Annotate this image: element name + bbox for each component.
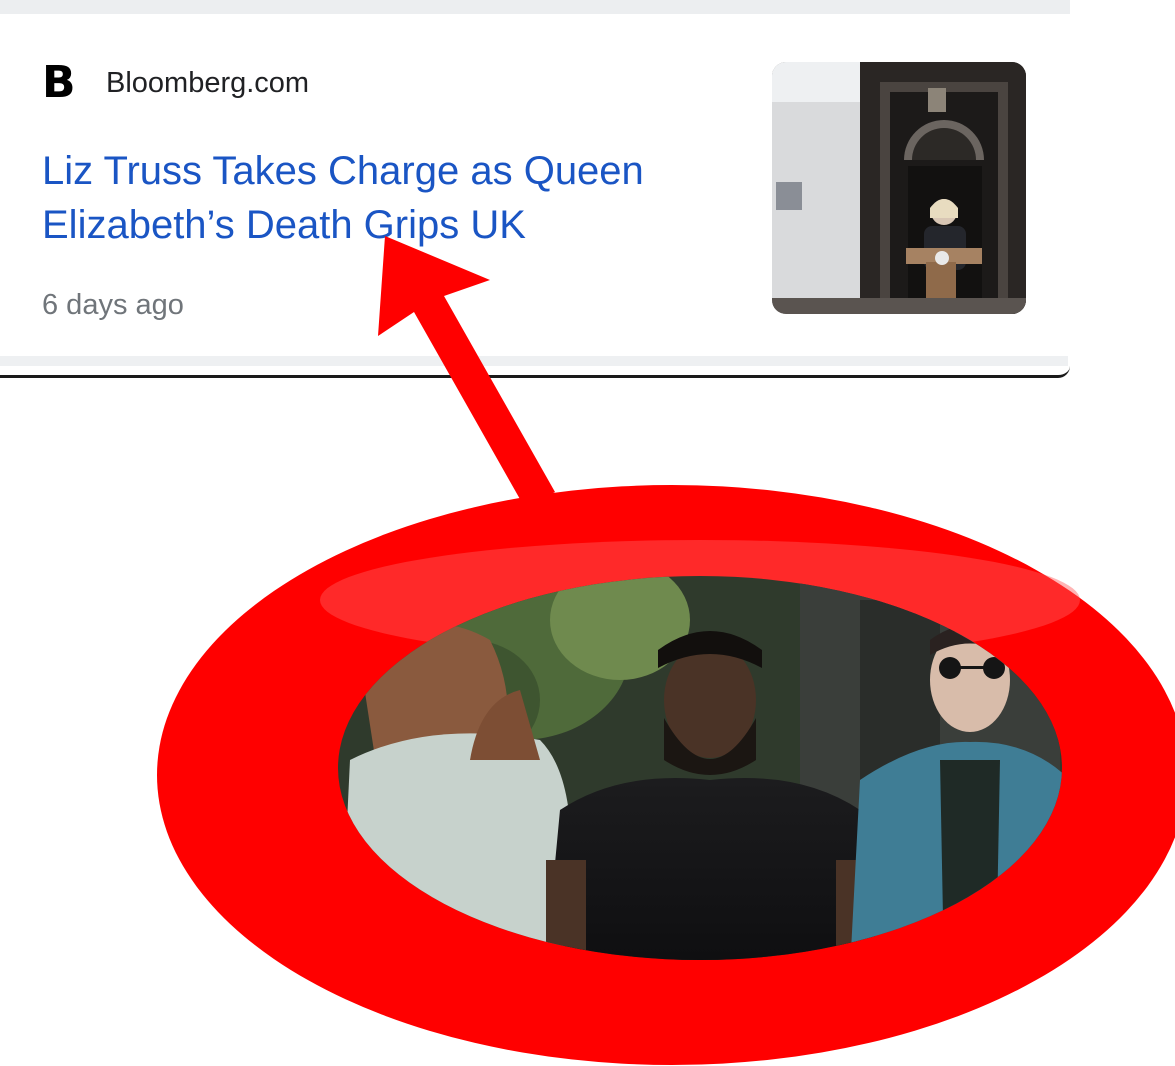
card-bottom-shade <box>0 356 1068 366</box>
article-thumbnail[interactable] <box>772 62 1026 314</box>
bloomberg-logo-icon: B <box>42 57 76 108</box>
source-name[interactable]: Bloomberg.com <box>106 67 309 100</box>
news-result-card[interactable]: B Bloomberg.com Liz Truss Takes Charge a… <box>0 14 1070 378</box>
source-row: B Bloomberg.com <box>42 60 309 106</box>
timestamp: 6 days ago <box>42 289 184 321</box>
inset-band-photo <box>338 576 1062 960</box>
previous-card-edge <box>0 0 1070 14</box>
thumbnail-image <box>772 62 1026 314</box>
headline-link[interactable]: Liz Truss Takes Charge as Queen Elizabet… <box>42 144 742 252</box>
red-ring-icon <box>157 485 1175 1065</box>
